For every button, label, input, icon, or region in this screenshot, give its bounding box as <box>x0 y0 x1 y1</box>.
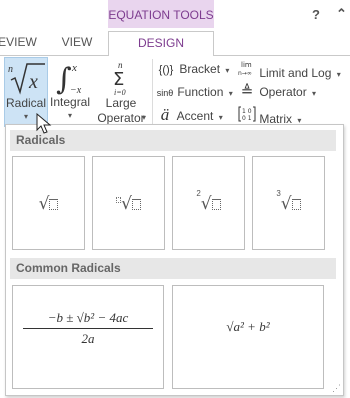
radical-tile-cube-root[interactable]: 3√ <box>252 156 325 250</box>
square-root-icon: √ <box>200 194 212 214</box>
accent-label: Accent <box>176 109 214 123</box>
matrix-button[interactable]: 1 0 0 1 Matrix ▾ <box>238 105 301 126</box>
svg-text:x: x <box>71 62 77 74</box>
limit-icon: lim n→∞ <box>238 59 256 84</box>
integral-dropdown-caret: ▾ <box>67 111 72 120</box>
radical-label: Radical <box>5 96 47 110</box>
radical-tile-with-degree[interactable]: √ <box>92 156 165 250</box>
bracket-button[interactable]: {()} Bracket ▾ <box>156 59 230 79</box>
svg-text:Σ: Σ <box>113 69 124 90</box>
placeholder-box <box>211 199 221 210</box>
square-root-icon: √ <box>38 194 50 214</box>
radicals-section-header: Radicals <box>10 130 336 151</box>
operator-icon: ≜ <box>240 83 254 100</box>
limit-and-log-dropdown-caret: ▾ <box>336 70 341 79</box>
operator-dropdown-caret: ▾ <box>312 89 317 98</box>
pythagoras-formula: √a² + b² <box>226 319 270 334</box>
radical-tile-square-root[interactable]: √ <box>12 156 85 250</box>
bracket-label: Bracket <box>179 62 221 76</box>
accent-button[interactable]: ä Accent ▾ <box>156 105 223 125</box>
svg-text:x: x <box>28 71 38 93</box>
radical-icon: √ <box>121 194 132 214</box>
quadratic-denominator: 2a <box>81 331 95 346</box>
quadratic-numerator: −b ± √b² − 4ac <box>23 310 153 329</box>
limit-and-log-button[interactable]: lim n→∞ Limit and Log ▾ <box>238 59 341 80</box>
ribbon-tab-bar: EQUATION TOOLS EVIEW VIEW DESIGN ? ⌃ <box>0 0 350 56</box>
ribbon-separator <box>152 59 153 125</box>
svg-text:1 0: 1 0 <box>242 108 252 115</box>
large-operator-dropdown-caret: ▾ <box>142 113 147 122</box>
pythagorean-root-tile[interactable]: √a² + b² <box>172 285 324 389</box>
mouse-cursor-icon <box>36 112 52 140</box>
integral-button[interactable]: ∫ x −x Integral ▾ <box>50 57 90 127</box>
function-label: Function <box>177 85 224 99</box>
svg-text:lim: lim <box>241 61 252 69</box>
large-operator-button[interactable]: n Σ i=0 Large Operator ▾ <box>92 57 150 127</box>
radical-tile-square-root-with-degree[interactable]: 2√ <box>172 156 245 250</box>
integral-icon: ∫ x −x <box>50 59 90 100</box>
svg-text:0 1: 0 1 <box>242 115 252 122</box>
collapse-ribbon-icon[interactable]: ⌃ <box>336 6 347 22</box>
degree-placeholder-box <box>116 197 122 203</box>
common-radicals-section-header: Common Radicals <box>10 258 336 279</box>
accent-icon: ä <box>160 105 170 124</box>
radical-icon: n x <box>5 60 47 101</box>
degree-index: 2 <box>196 189 201 198</box>
svg-text:−x: −x <box>70 85 82 95</box>
degree-index: 3 <box>276 189 281 198</box>
tab-view[interactable]: VIEW <box>57 31 97 55</box>
function-button[interactable]: sinθ Function ▾ <box>156 82 233 102</box>
function-icon: sinθ <box>156 88 174 98</box>
equation-tools-context-label: EQUATION TOOLS <box>108 0 214 28</box>
function-dropdown-caret: ▾ <box>228 89 233 98</box>
bracket-icon: {()} <box>158 64 174 76</box>
resize-grip-icon[interactable]: ⋰ <box>332 383 341 394</box>
placeholder-box <box>291 199 301 210</box>
tab-design[interactable]: DESIGN <box>108 31 214 56</box>
operator-label: Operator <box>259 85 307 99</box>
cube-root-icon: √ <box>280 194 292 214</box>
large-operator-label-line1: Large <box>105 96 137 110</box>
help-button[interactable]: ? <box>312 7 320 22</box>
tab-review[interactable]: EVIEW <box>0 31 40 55</box>
accent-dropdown-caret: ▾ <box>218 113 223 122</box>
svg-text:n: n <box>8 64 13 75</box>
placeholder-box <box>49 199 59 210</box>
integral-label: Integral <box>50 95 91 109</box>
bracket-dropdown-caret: ▾ <box>225 66 230 75</box>
radical-gallery-dropdown: Radicals √ √ 2√ 3√ Common Radicals −b ± … <box>5 124 344 396</box>
limit-and-log-label: Limit and Log <box>259 66 332 80</box>
svg-text:n→∞: n→∞ <box>238 70 252 77</box>
placeholder-box <box>131 199 141 210</box>
operator-button[interactable]: ≜ Operator ▾ <box>238 82 316 102</box>
quadratic-formula-tile[interactable]: −b ± √b² − 4ac 2a <box>12 285 164 389</box>
